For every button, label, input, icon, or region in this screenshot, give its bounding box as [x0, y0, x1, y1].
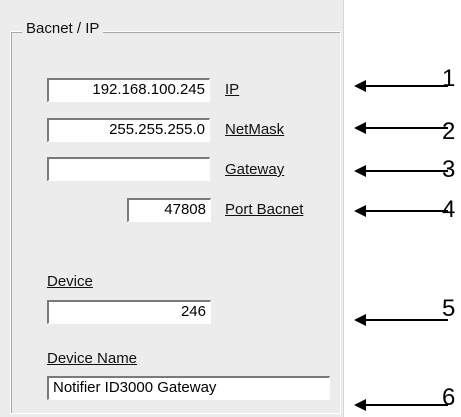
screenshot-stage: Bacnet / IP 192.168.100.245 IP 255.255.2… [0, 0, 461, 417]
gateway-field[interactable] [47, 157, 210, 181]
device-field[interactable]: 246 [47, 300, 211, 324]
port-bacnet-link[interactable]: Port Bacnet [225, 200, 303, 220]
callout-number-1: 1 [442, 65, 456, 92]
callout-arrow-3 [354, 165, 448, 177]
netmask-link[interactable]: NetMask [225, 120, 284, 140]
callout-arrow-6 [354, 399, 448, 411]
callout-number-2: 2 [442, 118, 456, 145]
callout-arrow-1 [354, 80, 448, 92]
device-label: Device [47, 273, 93, 290]
port-bacnet-field[interactable]: 47808 [127, 198, 211, 222]
device-name-label: Device Name [47, 350, 138, 367]
callout-number-4: 4 [442, 196, 456, 223]
callout-number-3: 3 [442, 156, 456, 183]
groupbox-title: Bacnet / IP [22, 19, 104, 39]
netmask-field[interactable]: 255.255.255.0 [47, 118, 210, 142]
gateway-link[interactable]: Gateway [225, 160, 284, 180]
callout-arrow-2 [354, 122, 448, 134]
bacnet-ip-panel: Bacnet / IP 192.168.100.245 IP 255.255.2… [0, 0, 344, 417]
ip-address-field[interactable]: 192.168.100.245 [47, 78, 210, 102]
callout-arrow-5 [354, 314, 448, 326]
callout-number-6: 6 [442, 384, 456, 411]
device-name-field[interactable]: Notifier ID3000 Gateway [47, 376, 330, 400]
ip-link[interactable]: IP [225, 80, 239, 100]
callout-arrow-4 [354, 205, 448, 217]
callout-number-5: 5 [442, 295, 456, 322]
